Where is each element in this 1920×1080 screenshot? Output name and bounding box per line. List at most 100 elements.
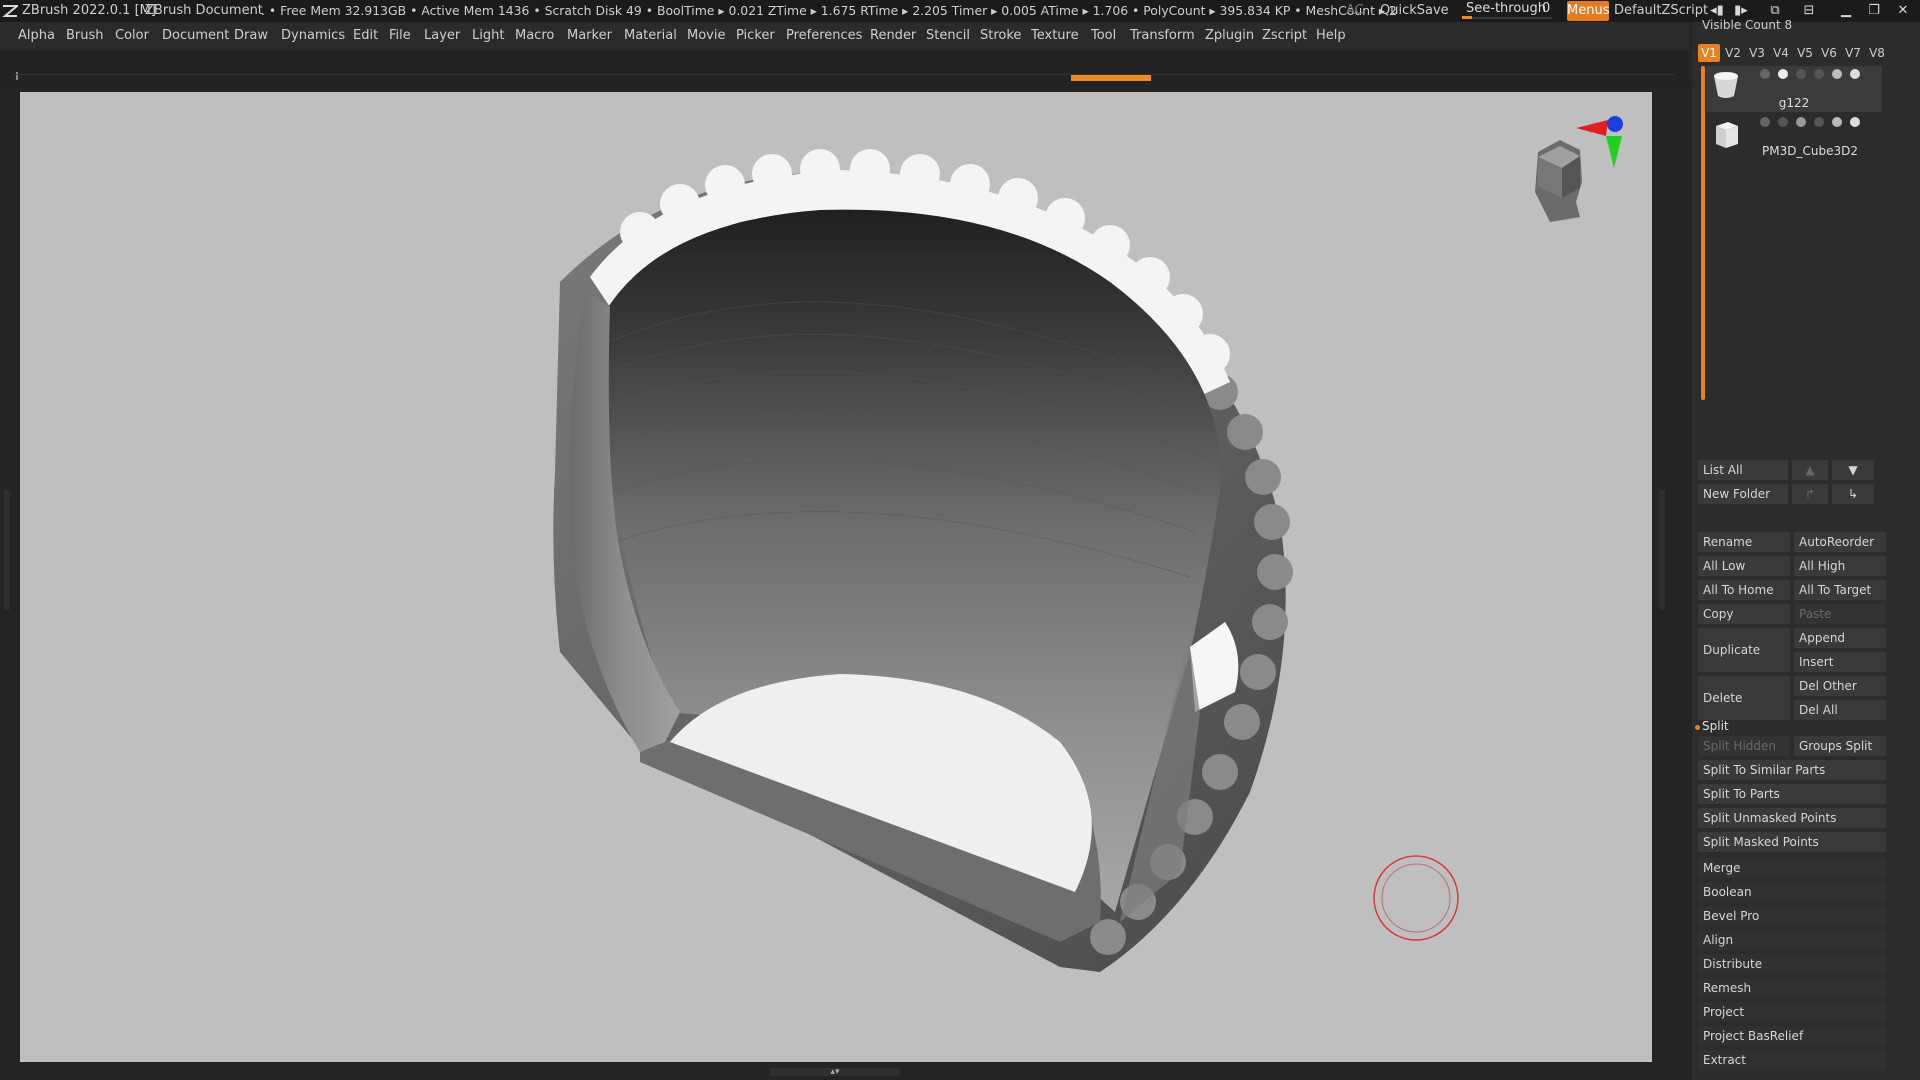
slider-track	[1472, 17, 1552, 19]
navigation-gizmo[interactable]	[1510, 112, 1640, 242]
split-unmasked-points-button[interactable]: Split Unmasked Points	[1698, 808, 1886, 828]
insert-button[interactable]: Insert	[1794, 652, 1886, 672]
bevel-pro-section[interactable]: Bevel Pro	[1698, 906, 1886, 926]
menu-alpha[interactable]: Alpha	[18, 22, 55, 50]
menu-help[interactable]: Help	[1316, 22, 1346, 50]
layout-left-icon[interactable]: ◂▮	[1709, 3, 1725, 19]
delete-button[interactable]: Delete	[1698, 676, 1790, 720]
right-tray-handle[interactable]	[1659, 490, 1665, 610]
subtool-name: g122	[1778, 96, 1810, 110]
menu-tool[interactable]: Tool	[1091, 22, 1116, 50]
paste-button[interactable]: Paste	[1794, 604, 1886, 624]
menu-marker[interactable]: Marker	[567, 22, 612, 50]
menu-dynamics[interactable]: Dynamics	[281, 22, 345, 50]
minimize-icon[interactable]: ▁	[1838, 3, 1854, 19]
layout-right-icon[interactable]: ▮▸	[1733, 3, 1749, 19]
quicksave-button[interactable]: QuickSave	[1380, 0, 1449, 22]
list-all-button[interactable]: List All	[1698, 460, 1788, 480]
subtool-thumbnail	[1716, 122, 1738, 148]
menu-picker[interactable]: Picker	[736, 22, 775, 50]
window-icon[interactable]: ⊟	[1801, 3, 1817, 19]
split-section-header[interactable]: Split	[1702, 719, 1729, 733]
split-hidden-button[interactable]: Split Hidden	[1698, 736, 1790, 756]
menu-transform[interactable]: Transform	[1130, 22, 1195, 50]
menu-stencil[interactable]: Stencil	[926, 22, 970, 50]
subtool-item-pm3d-cube3d2[interactable]: PM3D_Cube3D2	[1706, 114, 1882, 160]
groups-split-button[interactable]: Groups Split	[1794, 736, 1886, 756]
top-shelf	[0, 50, 1690, 86]
menus-button[interactable]: Menus	[1567, 1, 1609, 21]
menu-render[interactable]: Render	[870, 22, 916, 50]
subtool-icons	[1760, 116, 1880, 128]
tab-v4[interactable]: V4	[1770, 44, 1792, 62]
folder-down-icon[interactable]: ↳	[1832, 484, 1874, 504]
move-down-icon[interactable]: ▼	[1832, 460, 1874, 480]
project-section[interactable]: Project	[1698, 1002, 1886, 1022]
del-other-button[interactable]: Del Other	[1794, 676, 1886, 696]
menu-zscript[interactable]: Zscript	[1262, 22, 1307, 50]
tray-icon[interactable]: ⧉	[1767, 3, 1783, 19]
status-bar: ZBrush 2022.0.1 [M] ZBrush Document . • …	[0, 0, 1920, 22]
menu-preferences[interactable]: Preferences	[786, 22, 862, 50]
tab-v1[interactable]: V1	[1698, 44, 1720, 62]
menu-file[interactable]: File	[389, 22, 411, 50]
project-basrelief-section[interactable]: Project BasRelief	[1698, 1026, 1886, 1046]
ac-label: AC	[1346, 3, 1364, 18]
subtool-icons	[1760, 68, 1880, 80]
subtool-list-scrollbar[interactable]	[1701, 66, 1705, 400]
menu-color[interactable]: Color	[115, 22, 149, 50]
subtool-item-g122[interactable]: g122	[1706, 66, 1882, 112]
z-axis-icon	[1607, 116, 1623, 132]
all-low-button[interactable]: All Low	[1698, 556, 1790, 576]
boolean-section[interactable]: Boolean	[1698, 882, 1886, 902]
duplicate-button[interactable]: Duplicate	[1698, 628, 1790, 672]
menu-edit[interactable]: Edit	[353, 22, 378, 50]
tab-v5[interactable]: V5	[1794, 44, 1816, 62]
menu-macro[interactable]: Macro	[515, 22, 554, 50]
default-zscript-button[interactable]: DefaultZScript	[1614, 0, 1708, 22]
tab-v7[interactable]: V7	[1842, 44, 1864, 62]
menu-material[interactable]: Material	[624, 22, 677, 50]
rename-button[interactable]: Rename	[1698, 532, 1790, 552]
del-all-button[interactable]: Del All	[1794, 700, 1886, 720]
menu-light[interactable]: Light	[472, 22, 504, 50]
document-viewport[interactable]	[20, 92, 1652, 1062]
distribute-section[interactable]: Distribute	[1698, 954, 1886, 974]
all-to-home-button[interactable]: All To Home	[1698, 580, 1790, 600]
folder-up-icon[interactable]: ↱	[1792, 484, 1828, 504]
align-section[interactable]: Align	[1698, 930, 1886, 950]
menu-document[interactable]: Document	[162, 22, 229, 50]
menu-movie[interactable]: Movie	[687, 22, 725, 50]
menu-texture[interactable]: Texture	[1031, 22, 1079, 50]
tab-v2[interactable]: V2	[1722, 44, 1744, 62]
split-masked-points-button[interactable]: Split Masked Points	[1698, 832, 1886, 852]
split-to-similar-parts-button[interactable]: Split To Similar Parts	[1698, 760, 1886, 780]
tab-v6[interactable]: V6	[1818, 44, 1840, 62]
see-through-slider[interactable]: See-through 0	[1462, 1, 1552, 21]
extract-section[interactable]: Extract	[1698, 1050, 1886, 1070]
move-up-icon[interactable]: ▲	[1792, 460, 1828, 480]
autoreorder-button[interactable]: AutoReorder	[1794, 532, 1886, 552]
subtool-panel: Visible Count 8 V1 V2 V3 V4 V5 V6 V7 V8 …	[1692, 18, 1920, 1080]
copy-button[interactable]: Copy	[1698, 604, 1790, 624]
bottom-tray-handle[interactable]: ▴▾	[770, 1068, 900, 1077]
menu-brush[interactable]: Brush	[66, 22, 104, 50]
menu-zplugin[interactable]: Zplugin	[1205, 22, 1254, 50]
app-title: ZBrush 2022.0.1 [M]	[22, 3, 156, 18]
merge-section[interactable]: Merge	[1698, 858, 1886, 878]
new-folder-button[interactable]: New Folder	[1698, 484, 1788, 504]
append-button[interactable]: Append	[1794, 628, 1886, 648]
all-high-button[interactable]: All High	[1794, 556, 1886, 576]
shelf-divider	[14, 74, 1674, 75]
remesh-section[interactable]: Remesh	[1698, 978, 1886, 998]
split-to-parts-button[interactable]: Split To Parts	[1698, 784, 1886, 804]
left-tray-handle[interactable]	[4, 490, 10, 610]
tab-v3[interactable]: V3	[1746, 44, 1768, 62]
all-to-target-button[interactable]: All To Target	[1794, 580, 1886, 600]
menu-stroke[interactable]: Stroke	[980, 22, 1021, 50]
restore-icon[interactable]: ❐	[1866, 3, 1882, 19]
menu-layer[interactable]: Layer	[424, 22, 460, 50]
tab-v8[interactable]: V8	[1866, 44, 1888, 62]
menu-draw[interactable]: Draw	[234, 22, 268, 50]
close-icon[interactable]: ✕	[1895, 3, 1911, 19]
